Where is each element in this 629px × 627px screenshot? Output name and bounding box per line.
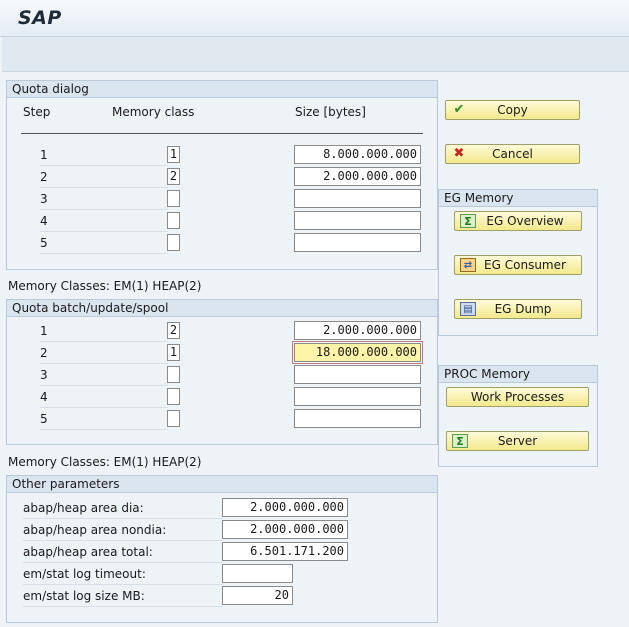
cancel-icon: ✖ [453, 146, 465, 161]
row-divider [40, 231, 168, 232]
check-icon: ✔ [453, 102, 465, 117]
dialog-size-input[interactable] [294, 189, 421, 208]
batch-size-input-focused[interactable]: 18.000.000.000 [292, 341, 423, 364]
memory-class-header: Memory class [112, 105, 195, 119]
row-divider [23, 540, 223, 541]
eg-consumer-button[interactable]: ⇄ EG Consumer [454, 255, 582, 275]
batch-class-input[interactable]: 1 [167, 344, 180, 361]
batch-step-label: 3 [40, 368, 48, 382]
step-header: Step [23, 105, 51, 119]
batch-size-input[interactable] [294, 365, 421, 384]
param-input[interactable] [222, 564, 293, 583]
eg-overview-label: EG Overview [486, 214, 564, 228]
dialog-step-label: 4 [40, 214, 48, 228]
batch-size-input[interactable]: 2.000.000.000 [294, 321, 421, 340]
dialog-step-label: 1 [40, 148, 48, 162]
dialog-size-input[interactable]: 2.000.000.000 [294, 167, 421, 186]
param-label: em/stat log size MB: [23, 589, 145, 603]
eg-dump-button[interactable]: ▤ EG Dump [454, 299, 582, 319]
param-label: abap/heap area dia: [23, 501, 144, 515]
proc-memory-title: PROC Memory [439, 366, 597, 383]
row-divider [40, 341, 168, 342]
batch-class-input[interactable]: 2 [167, 322, 180, 339]
param-label: abap/heap area nondia: [23, 523, 167, 537]
cancel-button[interactable]: ✖ Cancel [445, 144, 580, 164]
batch-step-label: 2 [40, 346, 48, 360]
sigma-icon: Σ [452, 434, 468, 448]
batch-size-input[interactable] [294, 387, 421, 406]
dialog-size-input[interactable] [294, 233, 421, 252]
dialog-size-input[interactable]: 8.000.000.000 [294, 145, 421, 164]
other-parameters-group: Other parameters abap/heap area dia: 2.0… [6, 475, 438, 623]
batch-step-label: 1 [40, 324, 48, 338]
param-label: em/stat log timeout: [23, 567, 146, 581]
param-input[interactable]: 2.000.000.000 [222, 498, 348, 517]
dialog-class-input[interactable] [167, 212, 180, 229]
batch-size-input[interactable] [294, 409, 421, 428]
memory-classes-note: Memory Classes: EM(1) HEAP(2) [8, 455, 202, 469]
row-divider [23, 606, 223, 607]
eg-dump-label: EG Dump [494, 302, 552, 316]
dump-icon: ▤ [460, 302, 476, 316]
row-divider [40, 363, 168, 364]
param-input[interactable]: 20 [222, 586, 293, 605]
app-title: SAP [18, 7, 62, 29]
proc-memory-group: PROC Memory Work Processes Σ Server [438, 365, 598, 467]
work-processes-label: Work Processes [470, 390, 565, 404]
dialog-class-input[interactable]: 1 [167, 146, 180, 163]
dialog-class-input[interactable]: 2 [167, 168, 180, 185]
batch-class-input[interactable] [167, 366, 180, 383]
dialog-step-label: 2 [40, 170, 48, 184]
eg-memory-title: EG Memory [439, 190, 597, 207]
copy-label: Copy [497, 103, 528, 117]
dialog-step-label: 3 [40, 192, 48, 206]
dialog-step-label: 5 [40, 236, 48, 250]
application-toolbar [2, 37, 629, 72]
dialog-class-input[interactable] [167, 190, 180, 207]
row-divider [23, 518, 223, 519]
server-label: Server [497, 434, 538, 448]
param-input[interactable]: 2.000.000.000 [222, 520, 348, 539]
param-label: abap/heap area total: [23, 545, 153, 559]
other-parameters-title: Other parameters [7, 476, 437, 493]
row-divider [40, 253, 168, 254]
header-divider [21, 133, 423, 134]
batch-step-label: 4 [40, 390, 48, 404]
row-divider [23, 562, 223, 563]
row-divider [23, 584, 223, 585]
param-input[interactable]: 6.501.171.200 [222, 542, 348, 561]
cancel-label: Cancel [492, 147, 533, 161]
memory-classes-note: Memory Classes: EM(1) HEAP(2) [8, 279, 202, 293]
batch-class-input[interactable] [167, 388, 180, 405]
eg-consumer-label: EG Consumer [484, 258, 566, 272]
row-divider [40, 429, 168, 430]
title-bar [0, 0, 629, 37]
row-divider [40, 209, 168, 210]
dialog-class-input[interactable] [167, 234, 180, 251]
row-divider [40, 385, 168, 386]
eg-overview-button[interactable]: Σ EG Overview [454, 211, 582, 231]
size-header: Size [bytes] [295, 105, 366, 119]
server-button[interactable]: Σ Server [446, 431, 589, 451]
row-divider [40, 187, 168, 188]
row-divider [40, 407, 168, 408]
quota-dialog-title: Quota dialog [7, 81, 437, 98]
quota-batch-title: Quota batch/update/spool [7, 300, 437, 317]
eg-memory-group: EG Memory Σ EG Overview ⇄ EG Consumer ▤ … [438, 189, 598, 336]
quota-batch-group: Quota batch/update/spool 1 2 2.000.000.0… [6, 299, 438, 445]
batch-class-input[interactable] [167, 410, 180, 427]
sigma-icon: Σ [460, 214, 476, 228]
consumer-icon: ⇄ [460, 258, 476, 272]
copy-button[interactable]: ✔ Copy [445, 100, 580, 120]
dialog-size-input[interactable] [294, 211, 421, 230]
work-processes-button[interactable]: Work Processes [446, 387, 589, 407]
row-divider [40, 165, 168, 166]
quota-dialog-group: Quota dialog Step Memory class Size [byt… [6, 80, 438, 270]
batch-step-label: 5 [40, 412, 48, 426]
